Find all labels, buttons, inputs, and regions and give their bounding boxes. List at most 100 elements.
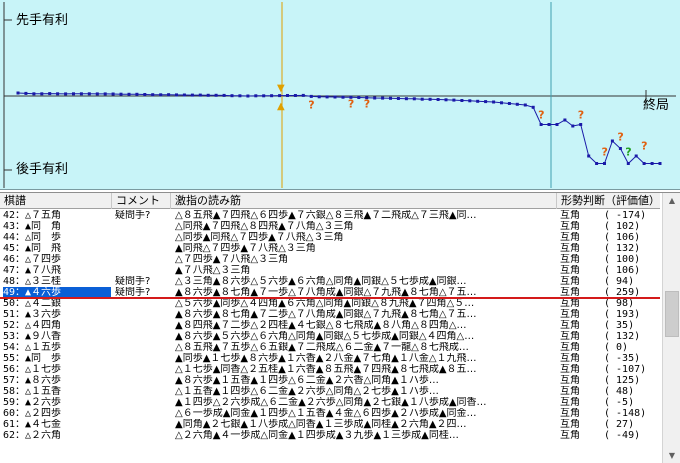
evaluation-point xyxy=(246,94,250,98)
evaluation-point xyxy=(143,93,147,96)
evaluation-point xyxy=(87,92,91,96)
table-row[interactable]: 56：△１七歩 △１七歩▲同香△２五桂▲１六香▲８五飛▲７四飛▲８七飛成▲８五… 互… xyxy=(0,364,660,375)
evaluation-graph-canvas[interactable]: ▼ ▲????????? xyxy=(0,0,680,190)
evaluation-point xyxy=(95,92,99,96)
evaluation-point xyxy=(159,93,163,97)
table-row[interactable]: 42：△７五角 疑問手? △８五飛▲７四飛△６四歩▲７六銀△８三飛▲７二飛成△７三飛… xyxy=(0,210,660,221)
table-row[interactable]: 46：△７四歩 △７四歩▲７八飛△３三角 互角 ( 100) xyxy=(0,254,660,265)
table-row[interactable]: 52：△４四角 ▲８四飛▲７二歩△２四桂▲４七銀△８七飛成▲８八角△８四角△… 互角… xyxy=(0,320,660,331)
reading-line-cell: △同飛▲７四飛△８四飛▲７八角△３三角 xyxy=(175,221,354,232)
evaluation-point xyxy=(610,139,614,143)
table-row[interactable]: 55：▲同 歩 ▲同歩▲１七歩▲８六歩▲１六香▲２八金▲７七角▲１八金△１九飛… 互… xyxy=(0,353,660,364)
reading-line-cell: △１五香▲１四歩△６二金▲２六歩△同角△２七歩▲１ハ歩… xyxy=(175,386,439,397)
kifu-move-cell: 48：△３三桂 xyxy=(3,276,62,287)
table-row[interactable]: 51：▲３六歩 ▲８六歩▲８七角▲７二歩△７八角成▲同銀△７九飛▲８七角△７五… 互… xyxy=(0,309,660,320)
question-mark-icon: ? xyxy=(348,97,354,110)
evaluation-value-cell: ( -35) xyxy=(604,353,641,364)
evaluation-value-cell: ( -107) xyxy=(604,364,647,375)
table-row[interactable]: 47：▲７八飛 ▲７八飛△３三角 互角 ( 106) xyxy=(0,265,660,276)
evaluation-point xyxy=(230,94,234,98)
reading-line-cell: △５六歩▲同歩△４四角▲６六角△同角▲同銀△８九飛▲７四角△５… xyxy=(175,298,475,309)
judgement-cell: 互角 xyxy=(560,265,580,276)
evaluation-point xyxy=(468,99,472,103)
header-kifu[interactable]: 棋譜 xyxy=(0,193,112,209)
reading-line-cell: △３三角▲８六歩△５六歩▲６六角△同角▲同銀△５七歩成▲同銀… xyxy=(175,276,467,287)
evaluation-point xyxy=(278,94,282,98)
kifu-move-cell: 62：△２六角 xyxy=(3,430,62,441)
table-row[interactable]: 44：△同 歩 △同歩▲同飛△７四歩▲７八飛△３三角 互角 ( 106) xyxy=(0,232,660,243)
evaluation-point xyxy=(618,147,622,150)
evaluation-point xyxy=(579,123,583,126)
table-row[interactable]: 49：▲４六歩 疑問手? ▲８六歩▲８七角▲７一歩△７八角成▲同銀△７九飛▲８七角△… xyxy=(0,287,660,298)
evaluation-point xyxy=(389,96,392,100)
table-row[interactable]: 48：△３三桂 疑問手? △３三角▲８六歩△５六歩▲６六角△同角▲同銀△５七歩成▲同… xyxy=(0,276,660,287)
table-row[interactable]: 53：▲９八香 ▲８六歩▲５六歩△６六角△同角▲同銀△５七歩成▲同銀△４四角△… 互… xyxy=(0,331,660,342)
evaluation-point xyxy=(452,98,456,102)
evaluation-value-cell: ( 94) xyxy=(604,276,635,287)
evaluation-point xyxy=(175,93,178,97)
vertical-scrollbar[interactable]: ▲ ▼ xyxy=(662,193,680,463)
table-row[interactable]: 58：△１五香 △１五香▲１四歩△６二金▲２六歩△同角△２七歩▲１ハ歩… 互角 ( 4… xyxy=(0,386,660,397)
comment-cell xyxy=(115,221,170,232)
evaluation-point xyxy=(56,92,60,96)
evaluation-graph[interactable]: ▼ ▲????????? 先手有利 後手有利 終局 xyxy=(0,0,680,190)
reading-line-cell: △２六角▲４一歩成△同金▲１四歩成▲３九歩▲１三歩成▲同桂… xyxy=(175,430,459,441)
evaluation-point xyxy=(119,92,123,96)
scroll-thumb[interactable] xyxy=(665,291,679,337)
table-row[interactable]: 45：▲同 飛 ▲同飛△７四歩▲７八飛△３三角 互角 ( 132) xyxy=(0,243,660,254)
evaluation-point xyxy=(658,162,662,165)
table-row[interactable]: 60：△２四歩 △６一歩成▲同金▲１四歩△１五香▲４金△６四歩▲２ハ歩成▲同金… 互… xyxy=(0,408,660,419)
scroll-down-icon[interactable]: ▼ xyxy=(664,448,680,463)
header-comment[interactable]: コメント xyxy=(112,193,171,209)
evaluation-point xyxy=(270,94,274,98)
table-row[interactable]: 59：▲２六歩 ▲１四歩△２六歩成△６二金▲２六歩△同角▲２七銀▲１八歩成▲同香…… xyxy=(0,397,660,408)
gote-advantage-label: 後手有利 xyxy=(16,162,69,177)
kifu-move-cell: 44：△同 歩 xyxy=(3,232,62,243)
table-row[interactable]: 61：▲４七金 ▲同角▲２七銀▲１八歩成△同香▲１三歩成▲同桂▲２六角▲２四… 互角… xyxy=(0,419,660,430)
header-evaluation[interactable]: 形勢判断（評価値） xyxy=(557,193,660,209)
evaluation-point xyxy=(547,123,551,126)
judgement-cell: 互角 xyxy=(560,298,580,309)
kifu-analysis-table[interactable]: 棋譜 コメント 激指の読み筋 形勢判断（評価値） 42：△７五角 疑問手? △８五飛… xyxy=(0,192,680,463)
header-reading-line[interactable]: 激指の読み筋 xyxy=(171,193,557,209)
evaluation-point xyxy=(341,95,345,99)
kifu-move-cell: 54：△１五歩 xyxy=(3,342,62,353)
evaluation-value-cell: ( 0) xyxy=(604,342,629,353)
table-row[interactable]: 50：△４二銀 △５六歩▲同歩△４四角▲６六角△同角▲同銀△８九飛▲７四角△５… 互… xyxy=(0,298,660,309)
judgement-cell: 互角 xyxy=(560,408,580,419)
evaluation-point xyxy=(167,93,171,97)
kifu-move-cell: 45：▲同 飛 xyxy=(3,243,62,254)
table-row[interactable]: 43：▲同 角 △同飛▲７四飛△８四飛▲７八角△３三角 互角 ( 102) xyxy=(0,221,660,232)
evaluation-point xyxy=(603,162,606,165)
table-row[interactable]: 54：△１五歩 △８五飛▲７五歩△６五銀▲７二飛成△６二金▲７一龍△８七飛成… 互角… xyxy=(0,342,660,353)
evaluation-value-cell: ( 106) xyxy=(604,232,641,243)
reading-line-cell: △同歩▲同飛△７四歩▲７八飛△３三角 xyxy=(175,232,344,243)
kifu-move-cell: 52：△４四角 xyxy=(3,320,62,331)
question-mark-icon: ? xyxy=(602,146,608,159)
cursor-marker-top: ▼ xyxy=(277,83,285,94)
evaluation-point xyxy=(40,92,44,96)
comment-cell: 疑問手? xyxy=(115,210,151,221)
evaluation-value-cell: ( 125) xyxy=(604,375,641,386)
comment-cell xyxy=(115,419,170,430)
comment-cell xyxy=(115,309,170,320)
question-mark-icon: ? xyxy=(641,140,647,153)
kifu-move-cell: 60：△２四歩 xyxy=(3,408,62,419)
table-row[interactable]: 62：△２六角 △２六角▲４一歩成△同金▲１四歩成▲３九歩▲１三歩成▲同桂… 互角 (… xyxy=(0,430,660,441)
comment-cell xyxy=(115,298,170,309)
evaluation-point xyxy=(396,97,400,100)
judgement-cell: 互角 xyxy=(560,243,580,254)
evaluation-point xyxy=(436,98,440,101)
reading-line-cell: △１七歩▲同香△２五桂▲１六香▲８五飛▲７四飛▲８七飛成▲８五… xyxy=(175,364,477,375)
evaluation-value-cell: ( 193) xyxy=(604,309,641,320)
evaluation-point xyxy=(293,94,297,97)
comment-cell xyxy=(115,254,170,265)
reading-line-cell: △６一歩成▲同金▲１四歩△１五香▲４金△６四歩▲２ハ歩成▲同金… xyxy=(175,408,477,419)
table-row[interactable]: 57：▲８六歩 ▲８六歩▲１五香▲１四歩△６二金▲２六香△同角▲１ハ歩… 互角 ( 1… xyxy=(0,375,660,386)
evaluation-value-cell: ( 100) xyxy=(604,254,641,265)
evaluation-point xyxy=(214,93,218,97)
evaluation-point xyxy=(507,102,511,105)
evaluation-point xyxy=(460,99,464,102)
reading-line-cell: △８五飛▲７四飛△６四歩▲７六銀△８三飛▲７二飛成△７三飛▲同… xyxy=(175,210,477,221)
scroll-up-icon[interactable]: ▲ xyxy=(664,193,680,209)
